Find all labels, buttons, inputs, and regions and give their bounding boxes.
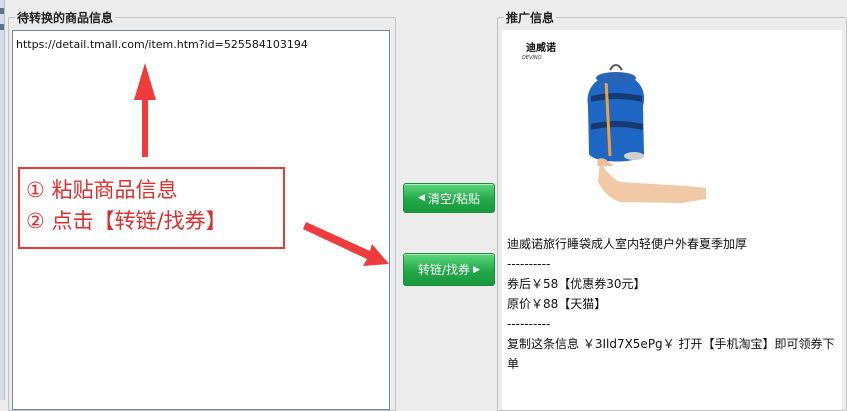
convert-label: 转链/找券 (418, 263, 471, 277)
convert-button[interactable]: 转链/找券 ▶ (403, 253, 495, 286)
promo-content: 迪威诺 DEVINO 迪威诺旅行睡袋成人室内轻便户外春夏季加厚 --------… (502, 30, 842, 410)
clear-paste-button[interactable]: ◀ 清空/粘贴 (403, 183, 495, 213)
product-title: 迪威诺旅行睡袋成人室内轻便户外春夏季加厚 (507, 237, 748, 251)
brand-logo: 迪威诺 (526, 41, 556, 54)
separator: ---------- (507, 317, 551, 331)
copy-instruction: 复制这条信息 ￥3Ild7X5ePg￥ 打开【手机淘宝】即可领券下单 (507, 337, 835, 371)
coupon-price: 券后￥58【优惠券30元】 (507, 277, 646, 291)
promo-panel-title: 推广信息 (506, 11, 555, 25)
product-image: 迪威诺 DEVINO (522, 41, 706, 203)
arrow-up-to-input (134, 63, 156, 157)
arrow-to-convert-button (303, 222, 389, 266)
separator: ---------- (507, 257, 551, 271)
clear-paste-label: 清空/粘贴 (427, 191, 480, 206)
promo-text: 迪威诺旅行睡袋成人室内轻便户外春夏季加厚 ---------- 券后￥58【优惠… (507, 234, 837, 374)
right-triangle-icon: ▶ (473, 264, 480, 275)
original-price: 原价￥88【天猫】 (507, 297, 607, 311)
left-triangle-icon: ◀ (418, 193, 425, 203)
brand-logo-sub: DEVINO (522, 55, 542, 61)
